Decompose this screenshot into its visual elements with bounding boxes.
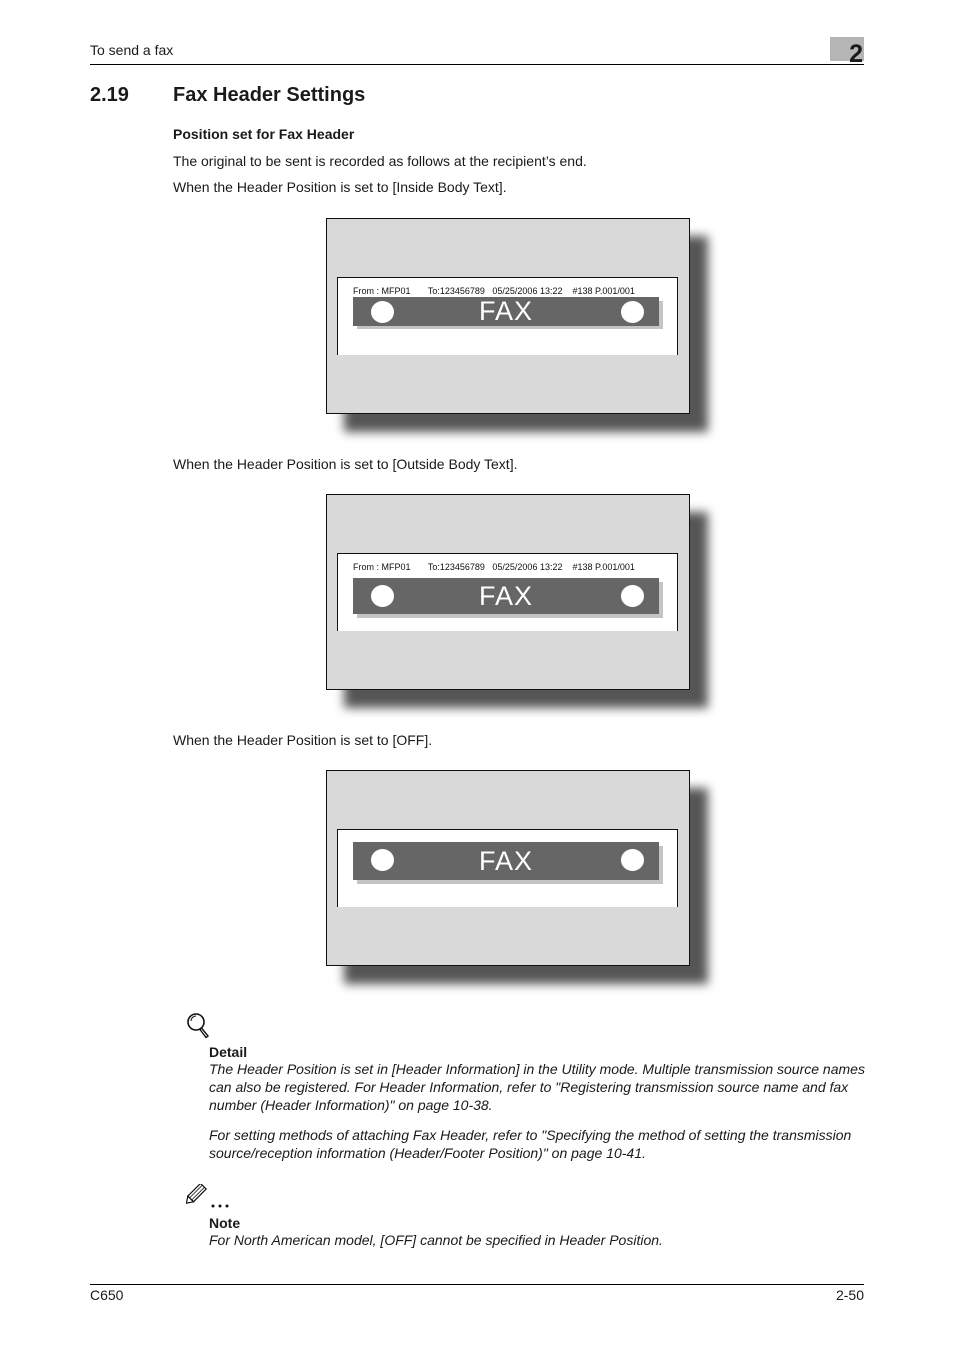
- intro-text: The original to be sent is recorded as f…: [173, 153, 587, 169]
- circle-icon: [621, 849, 644, 871]
- fax-banner-text: FAX: [478, 296, 534, 326]
- running-header-title: To send a fax: [90, 42, 174, 58]
- fax-page-frame: FAX: [326, 770, 690, 966]
- fax-original: FAX: [337, 829, 678, 907]
- caption-inside-body: When the Header Position is set to [Insi…: [173, 179, 507, 195]
- subheading: Position set for Fax Header: [173, 126, 355, 142]
- section-number: 2.19: [90, 84, 129, 106]
- illustration-outside-body: From : MFP01 To:123456789 05/25/2006 13:…: [326, 494, 708, 708]
- fax-page-frame: From : MFP01 To:123456789 05/25/2006 13:…: [326, 494, 690, 690]
- magnifier-icon: [186, 1012, 212, 1045]
- fax-banner: FAX: [353, 578, 659, 614]
- fax-banner: FAX: [353, 297, 659, 326]
- detail-label: Detail: [209, 1044, 248, 1060]
- page-number: 2-50: [835, 1287, 864, 1303]
- note-text: For North American model, [OFF] cannot b…: [209, 1232, 663, 1248]
- fax-banner-text: FAX: [478, 846, 534, 876]
- circle-icon: [621, 585, 644, 607]
- fax-page-frame: FAX From : MFP01 To:123456789 05/25/2006…: [326, 218, 690, 414]
- caption-outside-body: When the Header Position is set to [Outs…: [173, 456, 518, 472]
- fax-header-line: From : MFP01 To:123456789 05/25/2006 13:…: [353, 286, 635, 296]
- chapter-number: 2: [849, 40, 863, 68]
- section-title: 2.19 Fax Header Settings: [90, 84, 365, 107]
- fax-banner-text: FAX: [478, 581, 534, 611]
- model-name: C650: [90, 1287, 124, 1303]
- circle-icon: [621, 301, 644, 323]
- running-header: To send a fax 2: [90, 37, 864, 68]
- fax-original: From : MFP01 To:123456789 05/25/2006 13:…: [337, 553, 678, 631]
- page-footer: C650 2-50: [90, 1284, 864, 1303]
- fax-original: FAX From : MFP01 To:123456789 05/25/2006…: [337, 277, 678, 355]
- detail-paragraph: For setting methods of attaching Fax Hea…: [209, 1127, 852, 1161]
- caption-off: When the Header Position is set to [OFF]…: [173, 732, 433, 748]
- detail-paragraph: The Header Position is set in [Header In…: [209, 1061, 865, 1113]
- illustration-inside-body: FAX From : MFP01 To:123456789 05/25/2006…: [326, 218, 708, 432]
- fax-header-line: From : MFP01 To:123456789 05/25/2006 13:…: [353, 562, 635, 572]
- section-title-text: Fax Header Settings: [173, 84, 366, 106]
- note-label: Note: [209, 1215, 241, 1231]
- fax-banner: FAX: [353, 842, 659, 880]
- illustration-off: FAX: [326, 770, 708, 984]
- pencil-icon: [185, 1182, 234, 1215]
